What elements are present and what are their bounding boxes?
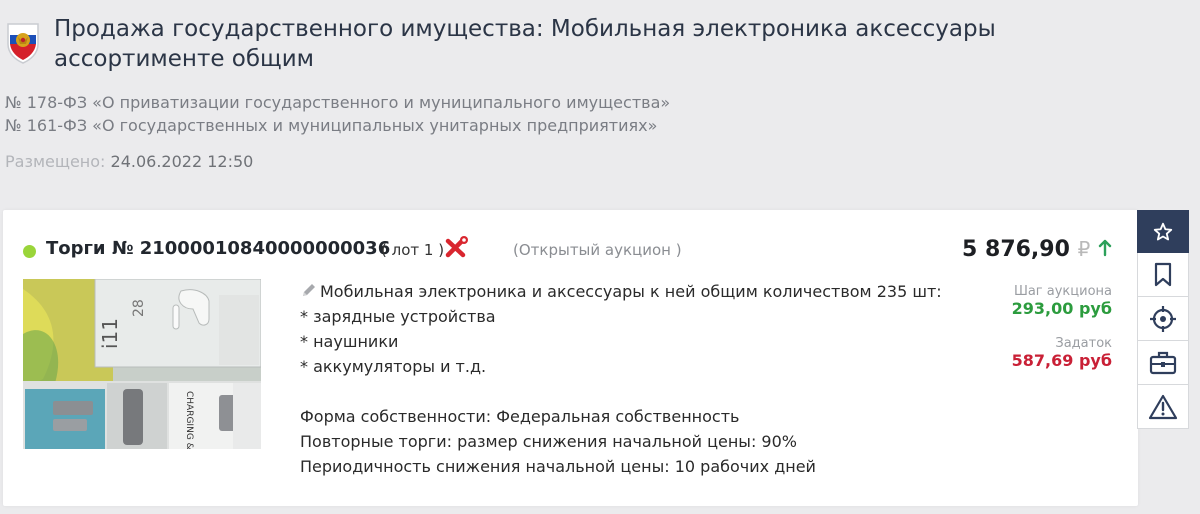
action-sidebar — [1137, 210, 1189, 429]
price-reduction-period: Периодичность снижения начальной цены: 1… — [300, 457, 816, 476]
track-button[interactable] — [1137, 297, 1189, 341]
portfolio-button[interactable] — [1137, 341, 1189, 385]
pencil-icon — [303, 284, 315, 296]
auction-step: Шаг аукциона 293,00 руб — [1012, 284, 1112, 318]
description-line: * наушники — [300, 332, 399, 351]
currency-symbol: ₽ — [1077, 237, 1091, 261]
coat-of-arms-logo — [7, 23, 39, 64]
law-reference-178[interactable]: № 178-ФЗ «О приватизации государственног… — [5, 93, 670, 112]
tools-icon — [445, 236, 468, 258]
description-line: * аккумуляторы и т.д. — [300, 357, 487, 376]
bookmark-icon — [1154, 262, 1172, 286]
posted-date: Размещено: 24.06.2022 12:50 — [5, 152, 253, 171]
lot-number: ( лот 1 ) — [381, 241, 445, 259]
svg-text:CHARGING & SYNC: CHARGING & SYNC — [184, 391, 194, 449]
posted-value: 24.06.2022 12:50 — [110, 152, 254, 171]
favorite-button[interactable] — [1137, 210, 1189, 253]
auction-step-value: 293,00 руб — [1011, 299, 1112, 318]
auction-type: (Открытый аукцион ) — [513, 241, 682, 259]
briefcase-icon — [1149, 351, 1177, 374]
description-line: * зарядные устройства — [300, 307, 496, 326]
bookmark-button[interactable] — [1137, 253, 1189, 297]
page-title: Продажа государственного имущества: Моби… — [54, 16, 996, 72]
arrow-up-icon — [1098, 239, 1112, 257]
status-dot — [23, 245, 36, 258]
warning-icon — [1148, 394, 1178, 419]
ownership-form: Форма собственности: Федеральная собстве… — [300, 407, 740, 426]
lot-description: Мобильная электроника и аксессуары к ней… — [300, 279, 980, 479]
description-line: Мобильная электроника и аксессуары к ней… — [300, 279, 980, 304]
posted-label: Размещено: — [5, 152, 106, 171]
lot-price: 5 876,90 ₽ — [962, 237, 1112, 262]
svg-text:i11: i11 — [98, 318, 122, 349]
law-reference-161[interactable]: № 161-ФЗ «О государственных и муниципаль… — [5, 116, 657, 135]
star-icon — [1153, 222, 1173, 240]
deposit-value: 587,69 руб — [1011, 351, 1112, 370]
deposit-label: Задаток — [1055, 336, 1112, 351]
price-value: 5 876,90 — [962, 237, 1070, 262]
lot-photo[interactable]: i11 28 CHARGING & SYNC — [23, 279, 261, 449]
lot-card: Торги № 21000010840000000036 ( лот 1 ) (… — [3, 210, 1138, 506]
deposit: Задаток 587,69 руб — [1012, 336, 1112, 370]
lot-title-link[interactable]: Торги № 21000010840000000036 — [46, 238, 390, 259]
target-icon — [1150, 305, 1176, 332]
repeat-auction-info: Повторные торги: размер снижения начальн… — [300, 432, 797, 451]
report-button[interactable] — [1137, 385, 1189, 429]
auction-step-label: Шаг аукциона — [1013, 284, 1112, 299]
svg-text:28: 28 — [131, 299, 147, 317]
